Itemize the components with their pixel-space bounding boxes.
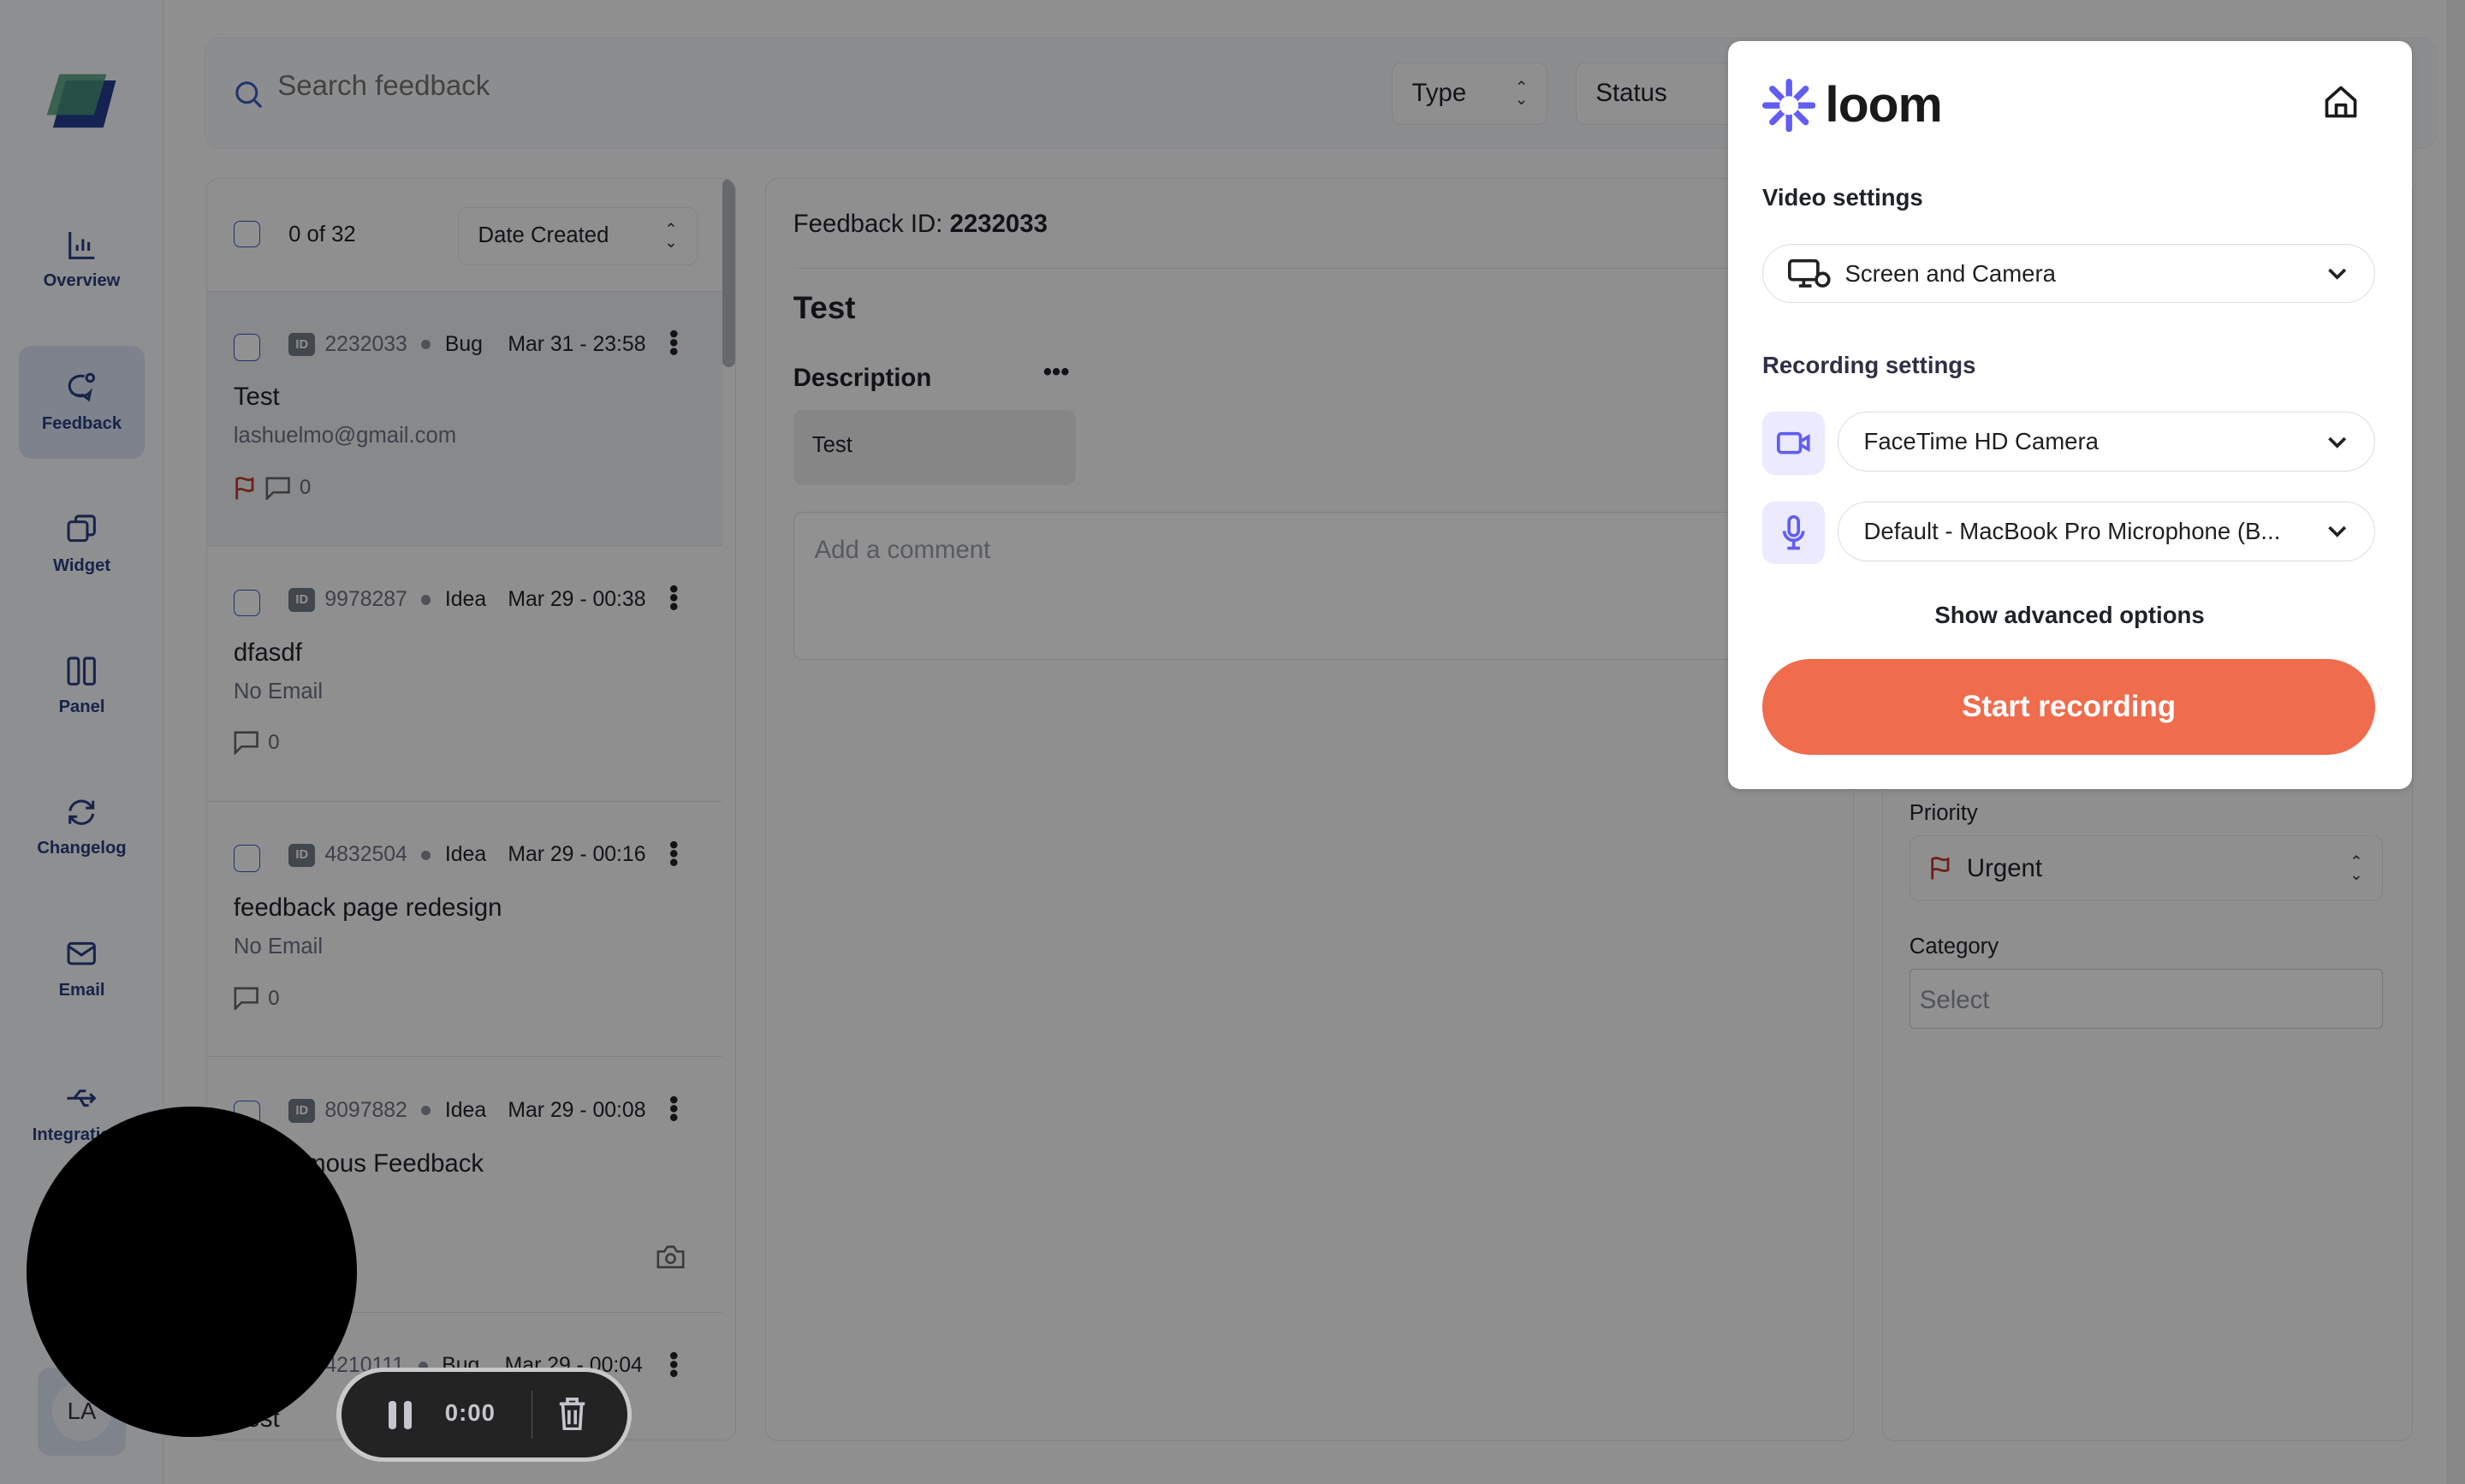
loom-star-icon <box>1761 78 1816 133</box>
camera-icon-box <box>1761 412 1826 475</box>
chevron-down-icon <box>2327 268 2346 280</box>
microphone-icon <box>1782 515 1805 550</box>
chevron-down-icon <box>2327 525 2346 538</box>
chevron-down-icon <box>2327 436 2346 448</box>
camera-select[interactable]: FaceTime HD Camera <box>1838 412 2376 472</box>
microphone-icon-box <box>1761 501 1826 565</box>
microphone-value: Default - MacBook Pro Microphone (B... <box>1863 517 2281 544</box>
loom-wordmark: loom <box>1825 76 1942 133</box>
start-recording-button[interactable]: Start recording <box>1761 658 2376 755</box>
trash-icon[interactable] <box>558 1397 586 1431</box>
recording-timer: 0:00 <box>444 1398 496 1426</box>
camera-bubble[interactable] <box>27 1107 357 1437</box>
show-advanced-options-link[interactable]: Show advanced options <box>1728 602 2412 629</box>
loom-logo: loom <box>1761 76 1943 133</box>
screen-camera-icon <box>1788 259 1831 288</box>
video-settings-label: Video settings <box>1761 183 1923 211</box>
microphone-select[interactable]: Default - MacBook Pro Microphone (B... <box>1838 501 2376 561</box>
video-mode-select[interactable]: Screen and Camera <box>1761 243 2376 304</box>
loom-panel: loom Video settings Screen and Camera Re… <box>1727 40 2412 790</box>
recording-settings-label: Recording settings <box>1761 352 1976 379</box>
pause-icon[interactable] <box>388 1400 413 1429</box>
video-mode-value: Screen and Camera <box>1844 259 2056 287</box>
camera-value: FaceTime HD Camera <box>1863 428 2100 455</box>
recording-controls: 0:00 <box>336 1367 633 1463</box>
camera-icon <box>1776 432 1810 454</box>
home-icon[interactable] <box>2322 83 2360 121</box>
